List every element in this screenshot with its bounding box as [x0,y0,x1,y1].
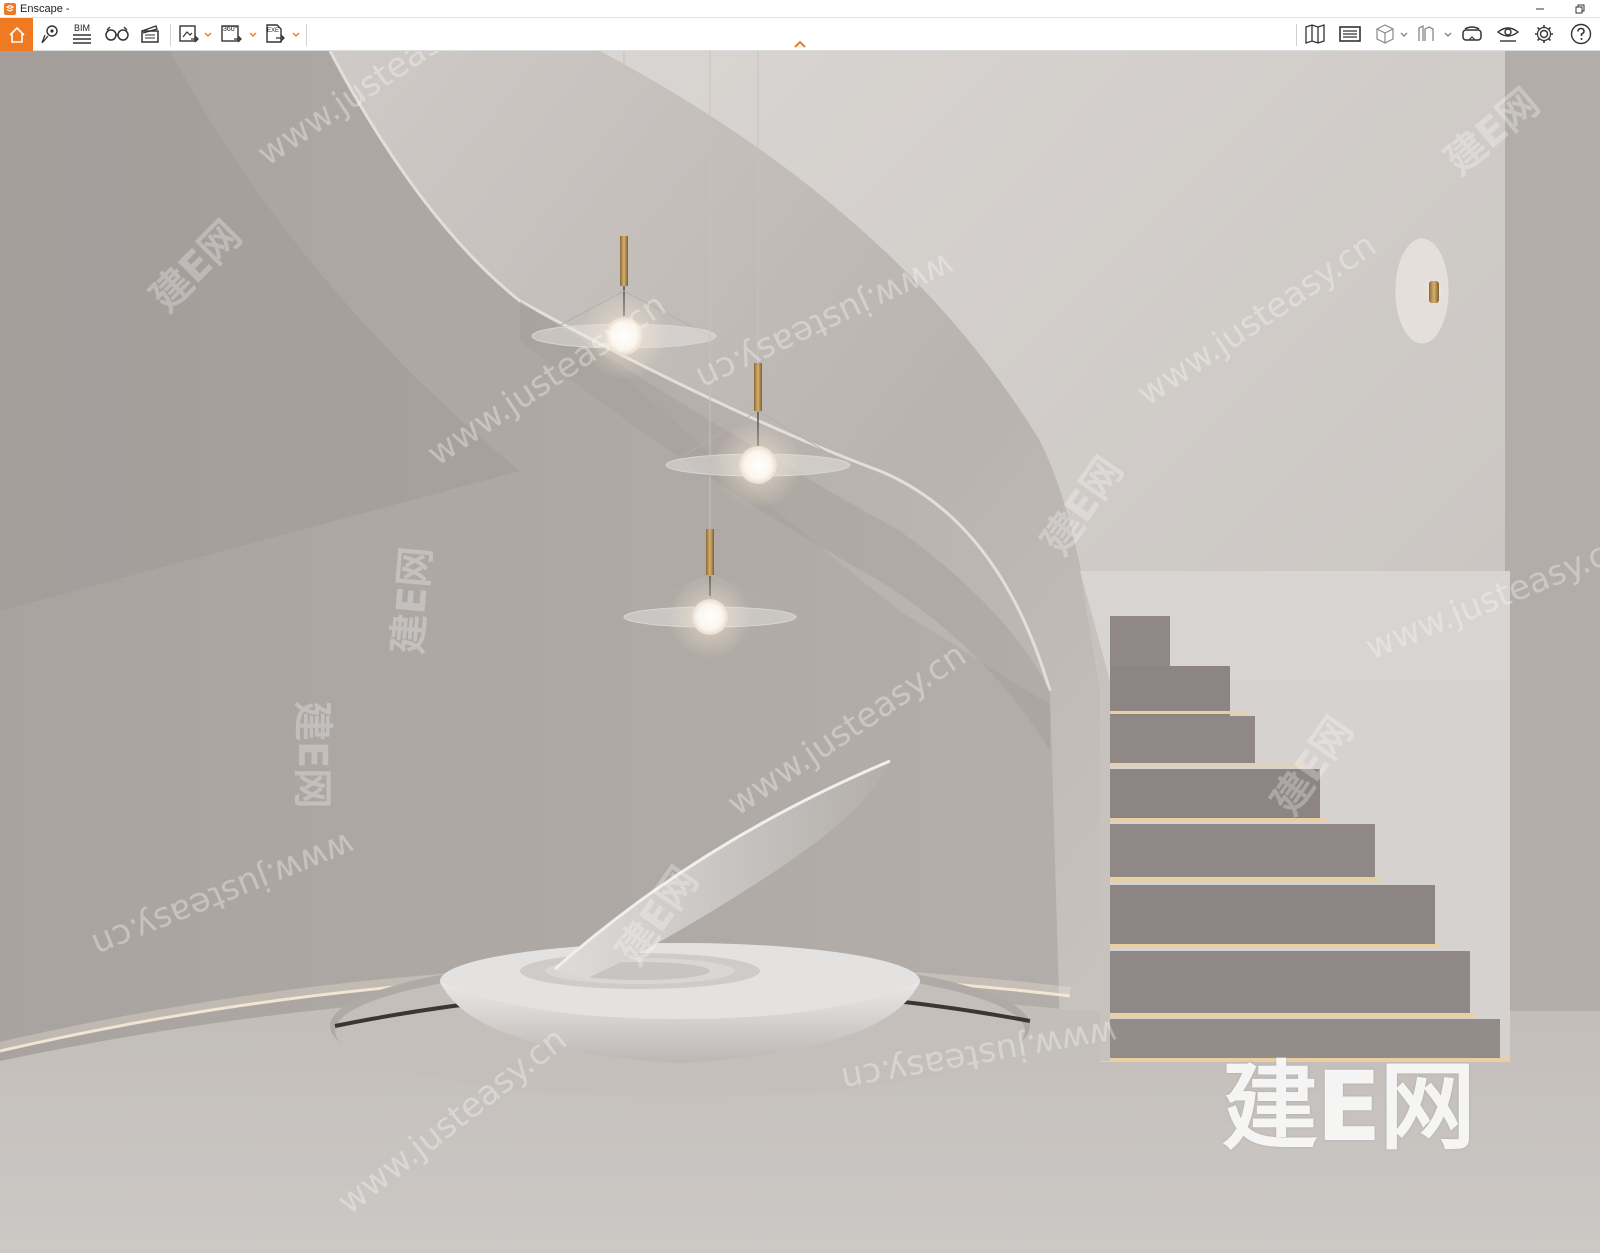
settings-gear-icon [1535,25,1553,43]
clapperboard-icon [141,25,159,43]
panorama-360-label: 360° [223,26,238,33]
vr-headset-button[interactable] [1458,21,1486,47]
minimize-icon [1536,8,1544,10]
visual-settings-button[interactable] [1494,21,1522,47]
home-button[interactable] [0,18,33,51]
watermark-logo: 建E网 [384,544,441,656]
settings-button[interactable] [1530,21,1558,47]
search-location-button[interactable] [36,21,64,47]
title-bar: Enscape - [0,0,1600,18]
bim-label: BIM [73,22,90,33]
chevron-down-icon[interactable] [292,32,300,38]
video-editor-button[interactable] [136,21,164,47]
chevron-down-icon[interactable] [204,32,212,38]
map-icon [1305,24,1325,44]
toolbar-separator [306,24,307,46]
window-title: Enscape - [20,2,70,15]
enscape-logo-icon [4,2,16,15]
chevron-up-icon[interactable] [792,38,808,50]
help-button[interactable] [1566,21,1596,47]
bim-icon [73,33,91,44]
help-icon [1570,23,1592,45]
toolbar-separator [1296,24,1297,46]
chevron-down-icon[interactable] [1400,32,1408,38]
restore-icon [1575,4,1585,14]
panorama-export-button[interactable]: 360° [218,21,246,47]
cube-view-icon [1376,24,1394,44]
visual-settings-eye-icon [1496,27,1520,42]
home-icon [8,26,25,43]
asset-library-button[interactable] [1414,21,1440,47]
minimize-button[interactable] [1520,0,1560,18]
vr-mode-button[interactable] [102,21,132,47]
screenshot-export-button[interactable] [176,21,202,47]
corner-watermark-logo: 建E网 [1222,1051,1476,1163]
main-toolbar: BIM 360° EXE [0,18,1600,51]
timeline-icon [1339,26,1361,42]
exe-export-button[interactable]: EXE [262,21,288,47]
map-pin-search-icon [41,25,58,44]
render-viewport[interactable]: www.justeasy.cn www.justeasy.cn www.just… [0,51,1600,1253]
vr-goggles-icon [105,26,129,41]
chevron-down-icon[interactable] [249,32,257,38]
watermark-logo: 建E网 [289,701,335,809]
cube-view-button[interactable] [1372,21,1398,47]
map-button[interactable] [1302,21,1328,47]
wall-sconce [1395,238,1449,344]
bim-button[interactable]: BIM [68,21,96,47]
screenshot-export-icon [179,25,199,43]
vr-headset-icon [1462,26,1482,41]
restore-button[interactable] [1560,0,1600,18]
toolbar-separator [170,24,171,46]
exe-label: EXE [267,28,280,34]
timeline-button[interactable] [1336,21,1364,47]
chevron-down-icon[interactable] [1444,32,1452,38]
asset-library-icon [1418,24,1434,41]
exe-export-icon [266,24,285,43]
